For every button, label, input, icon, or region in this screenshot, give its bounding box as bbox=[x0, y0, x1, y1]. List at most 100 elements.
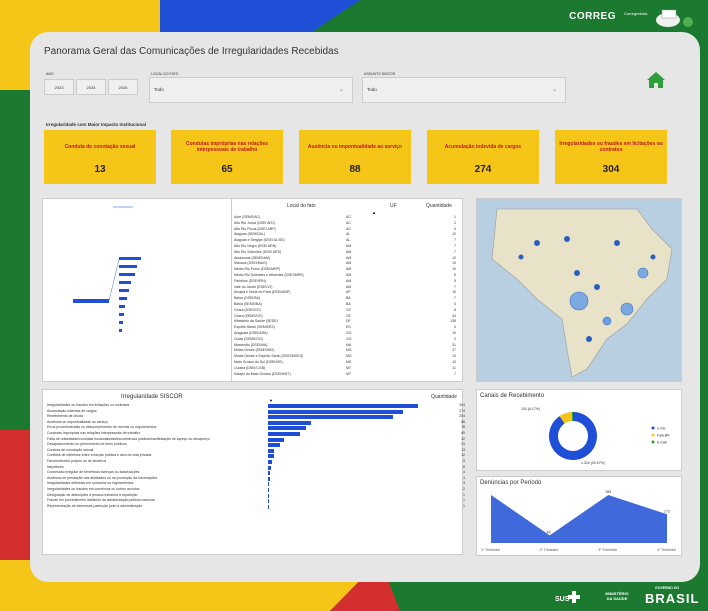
map-card[interactable] bbox=[476, 198, 682, 382]
uf-cell: AM bbox=[346, 255, 352, 260]
quantity-bar bbox=[268, 465, 271, 470]
quantity-cell: 1 bbox=[454, 215, 456, 219]
x-tick-label: 1º Trimestre bbox=[481, 548, 500, 552]
uf-cell: MA bbox=[346, 342, 352, 347]
uf-cell: MG bbox=[346, 348, 352, 353]
quantity-cell: 7 bbox=[454, 284, 456, 289]
uf-cell: AC bbox=[346, 215, 351, 219]
uf-cell: GO bbox=[346, 336, 352, 341]
uf-cell: BA bbox=[346, 296, 351, 301]
irregularity-label: Nepotismo bbox=[47, 464, 64, 469]
quantity-cell: 10 bbox=[452, 331, 456, 335]
quantity-bar bbox=[268, 460, 273, 464]
year-button-2025[interactable]: 2025 bbox=[108, 79, 138, 95]
table-row[interactable]: Kaiapó do Mato Grosso (DSEI/KMT) MT 7 bbox=[232, 372, 462, 378]
quantity-bar bbox=[268, 432, 301, 436]
local-name-cell: Bahia (DSEI/BA) bbox=[234, 296, 261, 301]
subject-filter-label: ASSUNTO SISCOR bbox=[364, 72, 396, 76]
quantity-value: 1 bbox=[463, 498, 465, 503]
kpi-value: 274 bbox=[474, 164, 492, 175]
quantity-value: 65 bbox=[461, 431, 465, 435]
irregularity-label: Designação de atribuições à pessoa estra… bbox=[47, 492, 138, 497]
footer: SUS MINISTÉRIO DA SAÚDE GOVERNO DO BRASI… bbox=[0, 578, 708, 611]
quantity-bar bbox=[268, 415, 394, 420]
quantity-cell: 8 bbox=[454, 307, 456, 312]
legend-label: E-mail bbox=[657, 441, 667, 445]
local-filter-dropdown[interactable]: Todo ⌄ bbox=[149, 77, 353, 103]
donut-label: 100 (6,17%) bbox=[521, 407, 540, 411]
quantity-cell: 7 bbox=[454, 244, 456, 248]
uf-cell: AP bbox=[346, 290, 351, 295]
irregularity-label: Irregularidades ou fraudes em licitações… bbox=[47, 403, 130, 407]
uf-cell: MG bbox=[346, 354, 352, 359]
local-name-cell: Ceará (SEMS/CE) bbox=[234, 313, 263, 318]
quantity-cell: 34 bbox=[452, 313, 456, 318]
quantity-value: 13 bbox=[461, 447, 465, 452]
quantity-bar bbox=[268, 420, 312, 425]
tree-node bbox=[119, 321, 123, 324]
uf-cell: AM bbox=[346, 278, 352, 283]
irregularity-label: Conflitos de interesse entre a função pú… bbox=[47, 453, 152, 458]
year-button-2023[interactable]: 2023 bbox=[44, 79, 74, 95]
uf-cell: MS bbox=[346, 360, 352, 364]
local-name-cell: Cuiabá (DSEI/CGB) bbox=[234, 365, 266, 370]
donut-label: 1.316 (90,57%) bbox=[581, 461, 605, 465]
column-header-uf: UF bbox=[390, 203, 397, 209]
period-title: Denúncias por Período bbox=[480, 480, 542, 486]
period-card: Denúncias por Período 1º Trimestre 46 2º T… bbox=[476, 476, 682, 556]
local-name-cell: Ministério da Saúde (SEDE) bbox=[234, 319, 278, 324]
subject-filter-dropdown[interactable]: Todo ⌄ bbox=[362, 77, 566, 103]
uf-cell: AL bbox=[346, 238, 351, 243]
column-header-local: Local do fato bbox=[287, 203, 316, 209]
map-bubble bbox=[574, 270, 580, 276]
irregularity-label: Acumulação indevida de cargos bbox=[47, 408, 97, 413]
quantity-value: 24 bbox=[461, 442, 465, 447]
legend-label: Fala.BR bbox=[657, 434, 670, 438]
quantity-cell: 2 bbox=[454, 336, 456, 341]
uf-cell: AC bbox=[346, 226, 351, 231]
kpi-value: 88 bbox=[349, 164, 361, 175]
local-name-cell: Amazonas (SEMS/AM) bbox=[234, 255, 270, 260]
uf-cell: BA bbox=[346, 302, 351, 306]
tree-node bbox=[119, 305, 125, 308]
area-data-label: 46 bbox=[547, 530, 551, 534]
local-name-cell: Parintins (DSEI/PIN) bbox=[234, 278, 266, 283]
local-name-cell: Alagoas (SEMS/AL) bbox=[234, 232, 266, 237]
siscor-card: Irregularidade SISCOR Quantidade ▼ Irreg… bbox=[42, 389, 465, 555]
channels-title: Canais de Recebimento bbox=[480, 393, 545, 399]
tree-node bbox=[119, 273, 135, 276]
quantity-cell: 10 bbox=[452, 261, 456, 266]
tree-node bbox=[119, 313, 124, 316]
irregularity-label: Ausência ou impontualidade ao serviço bbox=[47, 419, 108, 424]
quantity-cell: 13 bbox=[452, 360, 456, 364]
tree-node bbox=[119, 257, 141, 260]
quantity-cell: 5 bbox=[454, 273, 456, 277]
local-name-cell: Minas Gerais (SEMS/MG) bbox=[234, 348, 275, 353]
legend-label: e-OU bbox=[657, 427, 666, 431]
quantity-cell: 4 bbox=[454, 226, 456, 231]
impact-section-label: Irregularidade com Maior Impacto Institu… bbox=[46, 122, 147, 127]
local-name-cell: Amapá e Norte do Pará (DSEI/ANP) bbox=[234, 290, 291, 295]
quantity-cell: 13 bbox=[452, 354, 456, 359]
home-icon[interactable] bbox=[646, 71, 666, 89]
quantity-value: 78 bbox=[461, 425, 465, 430]
quantity-bar bbox=[268, 409, 404, 414]
local-name-cell: Alto Rio Purus (DSEI ARP) bbox=[234, 226, 276, 231]
uf-cell: AM bbox=[346, 284, 352, 289]
kpi-card: Irregularidades ou fraudes em licitações… bbox=[555, 130, 667, 184]
irregularity-label: Condutas impróprias nas relações interpe… bbox=[47, 431, 141, 435]
quantity-cell: 7 bbox=[454, 249, 456, 254]
year-button-2024[interactable]: 2024 bbox=[76, 79, 106, 95]
uf-cell: DF bbox=[346, 319, 351, 324]
local-name-cell: Manaus (DSEI/MAO) bbox=[234, 261, 267, 266]
uf-cell: ES bbox=[346, 325, 351, 330]
local-name-cell: Bahia (SEMS/BA) bbox=[234, 302, 262, 306]
map-bubble bbox=[602, 316, 612, 326]
table-row[interactable]: Representação de interesses particular j… bbox=[43, 504, 473, 510]
decomposition-tree bbox=[73, 206, 141, 332]
legend-marker bbox=[651, 440, 655, 444]
year-filter-label: ANO bbox=[46, 72, 54, 76]
kpi-label: Irregularidades ou fraudes em licitações… bbox=[559, 141, 663, 153]
quantity-bar bbox=[268, 482, 270, 487]
quantity-cell: 4 bbox=[454, 325, 456, 330]
